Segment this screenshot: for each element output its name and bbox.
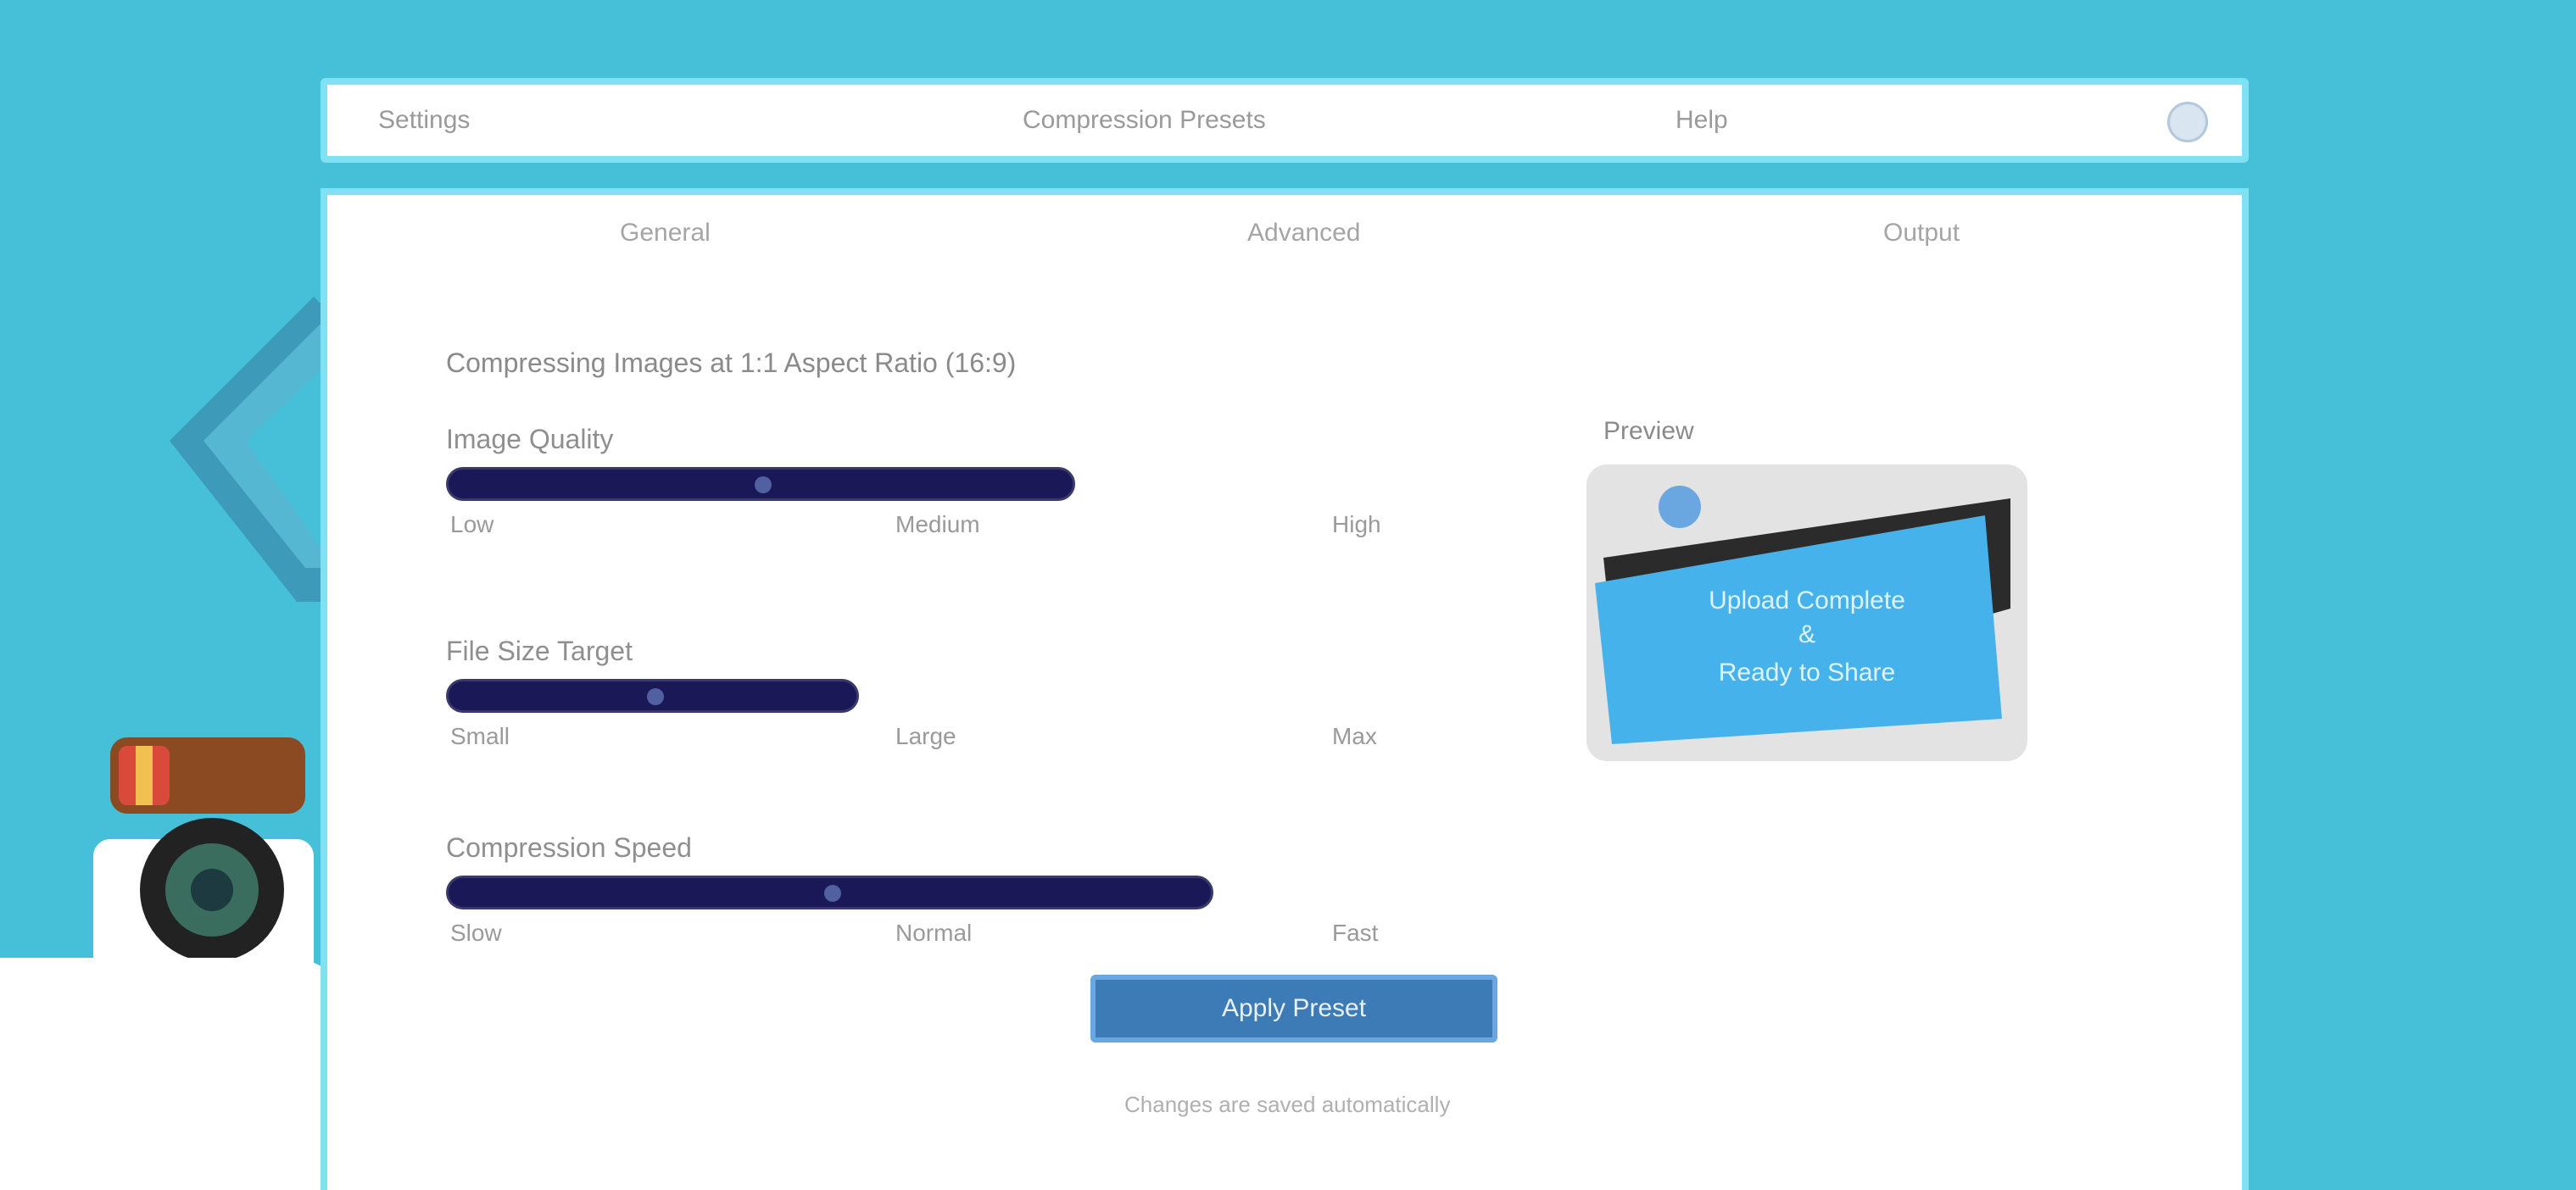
tab-output[interactable]: Output bbox=[1883, 219, 1960, 247]
slider-track[interactable] bbox=[446, 467, 1430, 501]
slider-ticks: Low Medium High bbox=[446, 511, 1548, 545]
tick-label: High bbox=[1332, 511, 1381, 537]
section-heading: Compressing Images at 1:1 Aspect Ratio (… bbox=[446, 348, 1017, 378]
preview-label: Preview bbox=[1603, 417, 1694, 445]
top-bar: Settings Compression Presets Help bbox=[321, 78, 2249, 163]
slider-handle[interactable] bbox=[755, 476, 772, 493]
slider-track[interactable] bbox=[446, 679, 1430, 713]
metric-file-size: File Size Target Small Large Max bbox=[446, 636, 1548, 757]
preview-line-2: & bbox=[1798, 620, 1815, 648]
tick-label: Medium bbox=[895, 511, 980, 537]
page-title: Compression Presets bbox=[1023, 106, 1266, 134]
metric-compression-speed: Compression Speed Slow Normal Fast bbox=[446, 832, 1548, 954]
preview-line-1: Upload Complete bbox=[1709, 587, 1905, 614]
tick-label: Low bbox=[450, 511, 494, 537]
tick-label: Normal bbox=[895, 920, 973, 946]
main-panel: General Advanced Output Compressing Imag… bbox=[321, 188, 2249, 1190]
tab-advanced[interactable]: Advanced bbox=[1247, 219, 1360, 247]
help-link[interactable]: Help bbox=[1676, 106, 1728, 135]
slider-ticks: Small Large Max bbox=[446, 723, 1548, 757]
footnote-text: Changes are saved automatically bbox=[1124, 1092, 1451, 1117]
tick-label: Slow bbox=[450, 920, 502, 946]
preview-line-3: Ready to Share bbox=[1719, 659, 1895, 687]
apply-preset-button[interactable]: Apply Preset bbox=[1090, 975, 1497, 1043]
metric-label: Image Quality bbox=[446, 424, 614, 454]
tab-general[interactable]: General bbox=[620, 219, 711, 247]
tick-label: Small bbox=[450, 723, 510, 749]
tab-bar: General Advanced Output bbox=[327, 219, 2242, 270]
slider-track[interactable] bbox=[446, 876, 1430, 909]
slider-fill[interactable] bbox=[446, 679, 859, 713]
slider-ticks: Slow Normal Fast bbox=[446, 920, 1548, 954]
metric-label: Compression Speed bbox=[446, 832, 692, 863]
slider-handle[interactable] bbox=[646, 688, 664, 705]
tick-label: Fast bbox=[1332, 920, 1379, 946]
cloud-decoration bbox=[0, 958, 356, 1190]
user-icon[interactable] bbox=[2167, 102, 2208, 142]
slider-fill[interactable] bbox=[446, 467, 1075, 501]
app-title[interactable]: Settings bbox=[378, 106, 470, 135]
slider-fill[interactable] bbox=[446, 876, 1213, 909]
tick-label: Max bbox=[1332, 723, 1377, 749]
slider-handle[interactable] bbox=[823, 885, 841, 902]
metric-label: File Size Target bbox=[446, 636, 633, 666]
metric-image-quality: Image Quality Low Medium High bbox=[446, 424, 1548, 545]
preview-illustration: Upload Complete & Ready to Share bbox=[1595, 486, 2010, 744]
preview-card: Upload Complete & Ready to Share bbox=[1586, 464, 2027, 761]
tick-label: Large bbox=[895, 723, 956, 749]
